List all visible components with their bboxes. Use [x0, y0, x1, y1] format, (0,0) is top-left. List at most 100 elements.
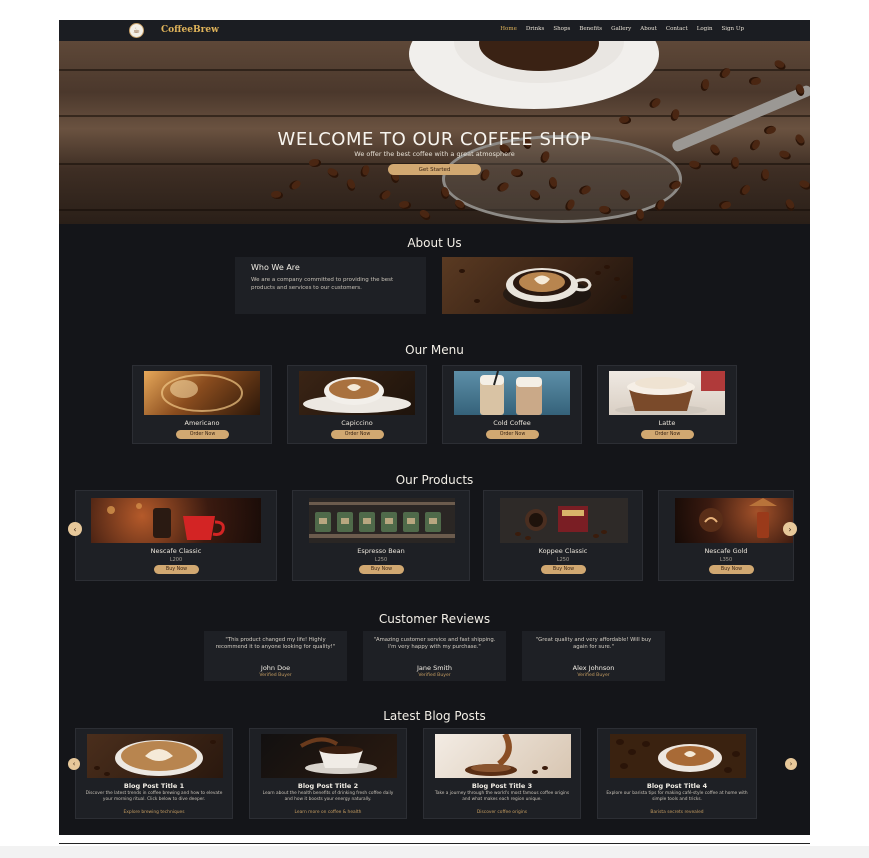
coffee-bean — [730, 156, 740, 170]
nav-link-benefits[interactable]: Benefits — [579, 26, 602, 32]
menu-card-latte: Latte Order Now — [597, 365, 737, 444]
reviewer-name: Jane Smith — [416, 664, 453, 672]
nav-link-drinks[interactable]: Drinks — [526, 26, 545, 32]
product-card-nescafe-gold: Nescafe Gold L350 Buy Now — [658, 490, 794, 581]
blog-post-link[interactable]: Discover coffee origins — [424, 810, 580, 815]
product-card-koppee-classic: Koppee Classic L250 Buy Now — [483, 490, 643, 581]
buy-now-button[interactable]: Buy Now — [709, 565, 754, 574]
about-section-title: About Us — [407, 236, 462, 250]
nav-link-login[interactable]: Login — [697, 26, 713, 32]
order-now-button[interactable]: Order Now — [331, 430, 384, 439]
nav-link-home[interactable]: Home — [500, 26, 517, 32]
coffee-bean — [797, 178, 810, 192]
menu-section-title: Our Menu — [405, 343, 464, 357]
page-bottom-border — [59, 843, 810, 844]
review-quote: "Great quality and very affordable! Will… — [535, 637, 652, 651]
blog-post-link[interactable]: Barista secrets revealed — [598, 810, 756, 815]
about-card: Who We Are We are a company committed to… — [235, 257, 426, 314]
menu-item-name: Cold Coffee — [493, 419, 531, 427]
menu-item-name: Capiccino — [341, 419, 373, 427]
product-name: Koppee Classic — [538, 547, 588, 555]
get-started-button[interactable]: Get Started — [388, 164, 481, 175]
blog-card: Blog Post Title 3 Take a journey through… — [423, 728, 581, 819]
coffee-bean — [669, 108, 681, 122]
coffee-bean — [359, 163, 371, 179]
product-name: Espresso Bean — [357, 547, 405, 555]
reviewer-role: Verified Buyer — [259, 673, 292, 678]
espresso-bean-image — [309, 498, 455, 543]
coffee-bean — [618, 115, 632, 125]
capiccino-image — [299, 371, 415, 415]
latte-image — [609, 371, 725, 415]
chevron-left-icon[interactable]: ‹ — [68, 758, 80, 770]
coffee-bean — [377, 188, 393, 202]
menu-card-capiccino: Capiccino Order Now — [287, 365, 427, 444]
chevron-right-icon[interactable]: › — [783, 522, 797, 536]
nescafe-gold-image — [675, 498, 793, 543]
hero-banner: WELCOME TO OUR COFFEE SHOP We offer the … — [59, 41, 810, 224]
blog-post-excerpt: Take a journey through the world's most … — [434, 791, 570, 802]
order-now-button[interactable]: Order Now — [486, 430, 539, 439]
nescafe-classic-image — [91, 498, 261, 543]
coffee-bean — [737, 182, 753, 198]
review-quote: "Amazing customer service and fast shipp… — [373, 637, 496, 651]
blog-post-title[interactable]: Blog Post Title 3 — [424, 782, 580, 790]
coffee-bean — [287, 178, 303, 192]
blog-post-image — [261, 734, 397, 778]
product-name: Nescafe Gold — [704, 547, 748, 555]
product-price: L200 — [169, 557, 183, 563]
review-card: "This product changed my life! Highly re… — [204, 631, 347, 681]
product-card-nescafe-classic: Nescafe Classic L200 Buy Now — [75, 490, 277, 581]
nav-link-shops[interactable]: Shops — [553, 26, 570, 32]
reviewer-name: John Doe — [260, 664, 291, 672]
coffee-bean — [345, 178, 357, 192]
brand-name[interactable]: CoffeeBrew — [161, 25, 219, 35]
nav-links: Home Drinks Shops Benefits Gallery About… — [491, 26, 744, 32]
product-price: L250 — [374, 557, 388, 563]
coffee-bean — [270, 190, 284, 200]
blog-post-excerpt: Discover the latest trends in coffee bre… — [85, 791, 223, 802]
blog-post-link[interactable]: Explore brewing techniques — [76, 810, 232, 815]
americano-image — [144, 371, 260, 415]
product-name: Nescafe Classic — [150, 547, 202, 555]
nav-link-signup[interactable]: Sign Up — [722, 26, 745, 32]
order-now-button[interactable]: Order Now — [641, 430, 694, 439]
review-card: "Great quality and very affordable! Will… — [522, 631, 665, 681]
coffee-bean — [760, 168, 770, 182]
latte-art-image — [442, 257, 633, 314]
blog-card: Blog Post Title 2 Learn about the health… — [249, 728, 407, 819]
chevron-right-icon[interactable]: › — [785, 758, 797, 770]
wood-plank-line — [59, 209, 810, 211]
about-heading: Who We Are — [251, 263, 300, 272]
menu-card-cold-coffee: Cold Coffee Order Now — [442, 365, 582, 444]
chevron-left-icon[interactable]: ‹ — [68, 522, 82, 536]
nav-link-contact[interactable]: Contact — [666, 26, 688, 32]
buy-now-button[interactable]: Buy Now — [541, 565, 586, 574]
blog-post-title[interactable]: Blog Post Title 1 — [76, 782, 232, 790]
blog-post-excerpt: Explore our barista tips for making café… — [606, 791, 748, 802]
blog-card: Blog Post Title 4 Explore our barista ti… — [597, 728, 757, 819]
coffee-bean — [325, 166, 341, 180]
reviewer-role: Verified Buyer — [418, 673, 451, 678]
buy-now-button[interactable]: Buy Now — [359, 565, 404, 574]
blog-post-title[interactable]: Blog Post Title 4 — [598, 782, 756, 790]
blog-post-image — [435, 734, 571, 778]
menu-card-americano: Americano Order Now — [132, 365, 272, 444]
blog-section-title: Latest Blog Posts — [383, 709, 486, 723]
nav-link-gallery[interactable]: Gallery — [611, 26, 631, 32]
blog-post-image — [610, 734, 746, 778]
coffee-cup-icon[interactable]: ☕ — [129, 23, 144, 38]
order-now-button[interactable]: Order Now — [176, 430, 229, 439]
coffee-bean — [699, 78, 711, 92]
coffee-bean — [748, 76, 762, 86]
blog-post-link[interactable]: Learn more on coffee & health — [250, 810, 406, 815]
nav-link-about[interactable]: About — [640, 26, 657, 32]
coffee-bean — [309, 159, 321, 167]
about-text: We are a company committed to providing … — [251, 277, 394, 291]
hero-title: WELCOME TO OUR COFFEE SHOP — [277, 129, 592, 150]
buy-now-button[interactable]: Buy Now — [154, 565, 199, 574]
cold-coffee-image — [454, 371, 570, 415]
blog-post-title[interactable]: Blog Post Title 2 — [250, 782, 406, 790]
blog-post-excerpt: Learn about the health benefits of drink… — [262, 791, 394, 802]
page: ☕ CoffeeBrew Home Drinks Shops Benefits … — [59, 20, 810, 835]
